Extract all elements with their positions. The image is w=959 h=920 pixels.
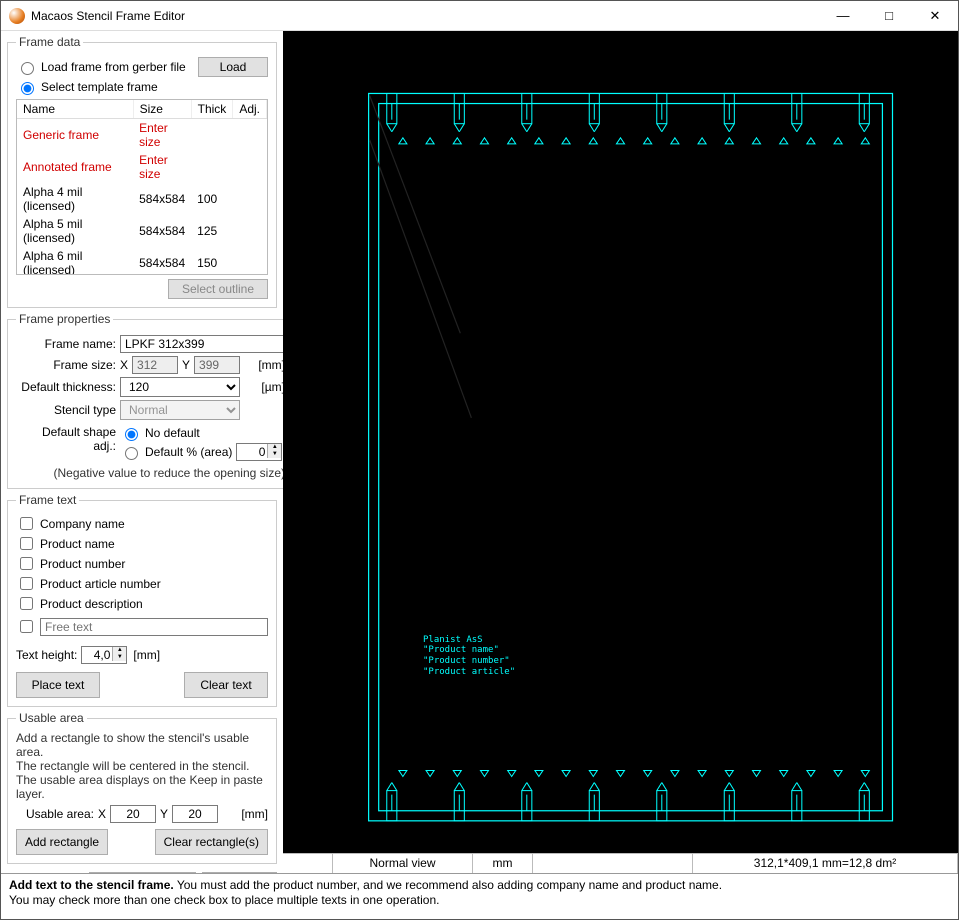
company-name-checkbox[interactable] <box>20 517 33 530</box>
text-height-label: Text height: <box>16 648 77 662</box>
usable-hint2: The rectangle will be centered in the st… <box>16 759 268 773</box>
x-label: X <box>120 358 128 372</box>
usable-unit: [mm] <box>241 807 268 821</box>
frame-size-label: Frame size: <box>16 358 116 372</box>
place-text-button[interactable]: Place text <box>16 672 100 698</box>
text-height-spinner[interactable]: ▲▼ <box>81 646 127 664</box>
table-row[interactable]: Annotated frameEnter size <box>17 151 267 183</box>
select-template-label: Select template frame <box>41 80 158 94</box>
product-article-label: Product article number <box>40 577 161 591</box>
chevron-down-icon[interactable]: ▼ <box>112 654 126 661</box>
frame-properties-group: Frame properties Frame name: Frame size:… <box>7 312 283 489</box>
help-rest: You must add the product number, and we … <box>174 878 722 892</box>
y-label: Y <box>182 358 190 372</box>
clear-rectangle-button[interactable]: Clear rectangle(s) <box>155 829 268 855</box>
close-button[interactable]: ✕ <box>912 1 958 31</box>
frame-data-legend: Frame data <box>16 35 83 49</box>
thickness-unit: [µm] <box>261 380 283 394</box>
col-thick[interactable]: Thick <box>191 100 233 119</box>
maximize-button[interactable]: □ <box>866 1 912 31</box>
cad-canvas[interactable]: Planist AsS "Product name" "Product numb… <box>283 31 958 853</box>
app-window: Macaos Stencil Frame Editor — □ ✕ Frame … <box>0 0 959 920</box>
window-title: Macaos Stencil Frame Editor <box>31 9 820 23</box>
titlebar: Macaos Stencil Frame Editor — □ ✕ <box>1 1 958 31</box>
usable-y-input[interactable] <box>172 805 218 823</box>
default-pct-spinner[interactable]: ▲▼ <box>236 443 282 461</box>
product-desc-checkbox[interactable] <box>20 597 33 610</box>
usable-area-group: Usable area Add a rectangle to show the … <box>7 711 277 864</box>
usable-hint3: The usable area displays on the Keep in … <box>16 773 268 801</box>
stencil-drawing <box>283 31 958 857</box>
frame-data-group: Frame data Load frame from gerber file L… <box>7 35 277 308</box>
help-bar: Add text to the stencil frame. You must … <box>1 873 958 919</box>
table-row[interactable]: Generic frameEnter size <box>17 119 267 152</box>
product-desc-label: Product description <box>40 597 143 611</box>
negative-hint: (Negative value to reduce the opening si… <box>16 466 283 480</box>
help-bold: Add text to the stencil frame. <box>9 878 174 892</box>
frame-text-legend: Frame text <box>16 493 79 507</box>
free-text-checkbox[interactable] <box>20 620 33 633</box>
table-row[interactable]: Alpha 6 mil (licensed)584x584150 <box>17 247 267 275</box>
product-number-label: Product number <box>40 557 125 571</box>
chevron-up-icon[interactable]: ▲ <box>267 444 281 451</box>
frame-size-x-input[interactable] <box>132 356 178 374</box>
col-size[interactable]: Size <box>133 100 191 119</box>
load-gerber-label: Load frame from gerber file <box>41 60 186 74</box>
frame-name-input[interactable] <box>120 335 283 353</box>
help-line2: You may check more than one check box to… <box>9 893 439 907</box>
load-gerber-radio[interactable] <box>21 62 34 75</box>
product-number-checkbox[interactable] <box>20 557 33 570</box>
stencil-type-select[interactable]: Normal <box>120 400 240 420</box>
left-panel: Frame data Load frame from gerber file L… <box>1 31 283 873</box>
frame-name-label: Frame name: <box>16 337 116 351</box>
default-pct-label: Default % (area) <box>145 445 232 459</box>
thickness-select[interactable]: 120 <box>120 377 240 397</box>
shape-adj-label: Default shape adj.: <box>16 423 116 453</box>
no-default-label: No default <box>145 426 200 440</box>
usable-area-legend: Usable area <box>16 711 87 725</box>
frame-properties-legend: Frame properties <box>16 312 113 326</box>
default-pct-radio[interactable] <box>125 447 138 460</box>
frame-size-y-input[interactable] <box>194 356 240 374</box>
add-rectangle-button[interactable]: Add rectangle <box>16 829 108 855</box>
select-template-radio[interactable] <box>21 82 34 95</box>
clear-text-button[interactable]: Clear text <box>184 672 268 698</box>
chevron-down-icon[interactable]: ▼ <box>267 451 281 458</box>
canvas-text-block: Planist AsS "Product name" "Product numb… <box>423 635 515 678</box>
usable-y-label: Y <box>160 807 168 821</box>
no-default-radio[interactable] <box>125 428 138 441</box>
usable-x-input[interactable] <box>110 805 156 823</box>
col-name[interactable]: Name <box>17 100 133 119</box>
product-name-checkbox[interactable] <box>20 537 33 550</box>
text-height-unit: [mm] <box>133 648 160 662</box>
frame-size-unit: [mm] <box>258 358 283 372</box>
col-adj[interactable]: Adj. <box>233 100 267 119</box>
usable-hint1: Add a rectangle to show the stencil's us… <box>16 731 268 759</box>
minimize-button[interactable]: — <box>820 1 866 31</box>
frame-text-group: Frame text Company name Product name Pro… <box>7 493 277 707</box>
templates-table[interactable]: Name Size Thick Adj. Generic frameEnter … <box>16 99 268 275</box>
chevron-up-icon[interactable]: ▲ <box>112 647 126 654</box>
company-name-label: Company name <box>40 517 125 531</box>
free-text-input[interactable] <box>40 618 268 636</box>
viewer-pane: Planist AsS "Product name" "Product numb… <box>283 31 958 873</box>
load-button[interactable]: Load <box>198 57 268 77</box>
thickness-label: Default thickness: <box>16 380 116 394</box>
stencil-type-label: Stencil type <box>16 403 116 417</box>
usable-x-label: X <box>98 807 106 821</box>
product-name-label: Product name <box>40 537 115 551</box>
workarea: Frame data Load frame from gerber file L… <box>1 31 958 873</box>
select-outline-button[interactable]: Select outline <box>168 279 268 299</box>
usable-area-label: Usable area: <box>16 807 94 821</box>
product-article-checkbox[interactable] <box>20 577 33 590</box>
table-row[interactable]: Alpha 5 mil (licensed)584x584125 <box>17 215 267 247</box>
app-icon <box>9 8 25 24</box>
table-row[interactable]: Alpha 4 mil (licensed)584x584100 <box>17 183 267 215</box>
